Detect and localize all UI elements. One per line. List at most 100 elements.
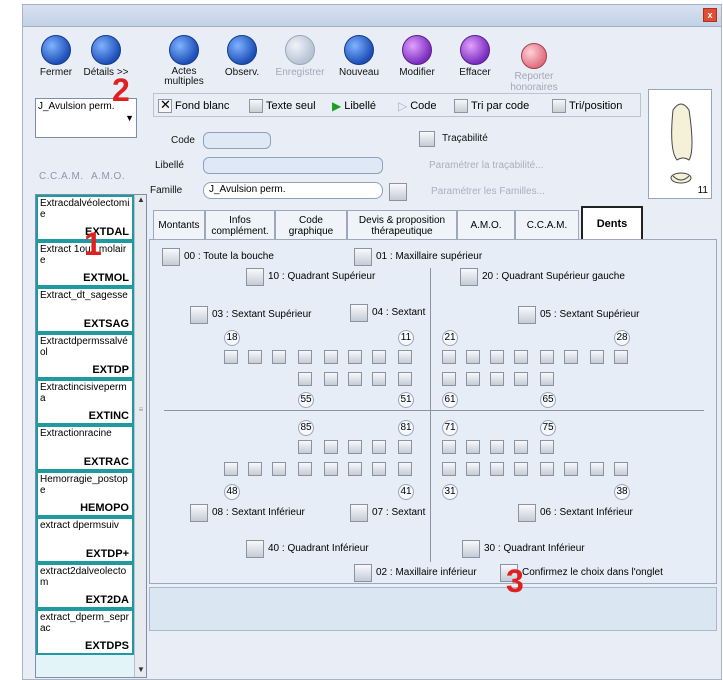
- tooth-button[interactable]: [564, 350, 578, 364]
- tooth-button[interactable]: [466, 372, 480, 386]
- checkbox-icon[interactable]: [249, 99, 263, 113]
- maxillaire-inferieur-button[interactable]: [354, 564, 372, 582]
- tab-amo[interactable]: A.M.O.: [457, 210, 515, 240]
- sextant-inferieur-08-button[interactable]: [190, 504, 208, 522]
- checked-box-icon[interactable]: ✕: [158, 97, 172, 113]
- scroll-up-icon[interactable]: ▲: [135, 195, 146, 207]
- tooth-button[interactable]: [272, 462, 286, 476]
- famille-picker-button[interactable]: [389, 183, 407, 201]
- close-button[interactable]: x: [703, 8, 717, 22]
- list-scrollbar[interactable]: ▲ ≡ ▼: [134, 195, 146, 677]
- chevron-down-icon[interactable]: ▼: [125, 113, 134, 123]
- tooth-button[interactable]: [372, 440, 386, 454]
- scroll-thumb-icon[interactable]: ≡: [135, 405, 146, 417]
- libelle-field[interactable]: [203, 157, 383, 174]
- modifier-button[interactable]: Modifier: [390, 35, 444, 78]
- tooth-button[interactable]: [466, 350, 480, 364]
- nouveau-button[interactable]: Nouveau: [332, 35, 386, 78]
- quadrant-superieur-gauche-button[interactable]: [460, 268, 478, 286]
- tooth-button[interactable]: [540, 350, 554, 364]
- tri-code-option[interactable]: Tri par code: [454, 99, 529, 113]
- tooth-button[interactable]: [324, 350, 338, 364]
- tooth-button[interactable]: [298, 350, 312, 364]
- tooth-button[interactable]: [514, 462, 528, 476]
- tooth-button[interactable]: [614, 462, 628, 476]
- tooth-button[interactable]: [590, 462, 604, 476]
- tooth-button[interactable]: [540, 440, 554, 454]
- tracabilite-checkbox[interactable]: [419, 131, 435, 147]
- toute-bouche-button[interactable]: [162, 248, 180, 266]
- libelle-option[interactable]: ▶ Libellé: [332, 99, 376, 113]
- checkbox-icon[interactable]: [552, 99, 566, 113]
- tooth-button[interactable]: [272, 350, 286, 364]
- reporter-honoraires-button[interactable]: Reporter honoraires: [507, 43, 561, 93]
- quadrant-superieur-button[interactable]: [246, 268, 264, 286]
- tooth-button[interactable]: [490, 372, 504, 386]
- tooth-button[interactable]: [372, 372, 386, 386]
- tooth-button[interactable]: [324, 462, 338, 476]
- scroll-down-icon[interactable]: ▼: [135, 665, 146, 677]
- list-item[interactable]: extract dpermsuiv EXTDP+: [36, 517, 134, 563]
- tooth-button[interactable]: [540, 462, 554, 476]
- fond-blanc-option[interactable]: ✕ Fond blanc: [158, 97, 229, 113]
- quadrant-inferieur-40-button[interactable]: [246, 540, 264, 558]
- list-item[interactable]: Extractdpermssalvéol EXTDP: [36, 333, 134, 379]
- list-item[interactable]: Extract_dt_sagesse EXTSAG: [36, 287, 134, 333]
- actes-multiples-button[interactable]: Actes multiples: [157, 35, 211, 87]
- tooth-button[interactable]: [490, 440, 504, 454]
- ccam-left-label[interactable]: C.C.A.M.: [39, 171, 84, 182]
- checkbox-icon[interactable]: [454, 99, 468, 113]
- effacer-button[interactable]: Effacer: [448, 35, 502, 78]
- tab-montants[interactable]: Montants: [153, 210, 205, 240]
- tooth-button[interactable]: [248, 462, 262, 476]
- tooth-button[interactable]: [224, 350, 238, 364]
- tooth-button[interactable]: [348, 462, 362, 476]
- tooth-button[interactable]: [490, 462, 504, 476]
- tooth-button[interactable]: [442, 440, 456, 454]
- param-tracabilite-link[interactable]: Paramétrer la traçabilité...: [429, 160, 544, 171]
- tooth-button[interactable]: [348, 440, 362, 454]
- tooth-button[interactable]: [398, 372, 412, 386]
- texte-seul-option[interactable]: Texte seul: [249, 99, 316, 113]
- tooth-button[interactable]: [298, 372, 312, 386]
- param-familles-link[interactable]: Paramétrer les Familles...: [431, 186, 545, 197]
- tab-infos[interactable]: Infos complément.: [205, 210, 275, 240]
- sextant-07-button[interactable]: [350, 504, 368, 522]
- amo-left-label[interactable]: A.M.O.: [91, 171, 125, 182]
- tab-devis[interactable]: Devis & proposition thérapeutique: [347, 210, 457, 240]
- tooth-button[interactable]: [398, 462, 412, 476]
- tooth-button[interactable]: [324, 372, 338, 386]
- tooth-button[interactable]: [442, 350, 456, 364]
- tooth-button[interactable]: [514, 440, 528, 454]
- observ-button[interactable]: Observ.: [215, 35, 269, 78]
- tooth-button[interactable]: [372, 462, 386, 476]
- tooth-button[interactable]: [324, 440, 338, 454]
- quadrant-inferieur-30-button[interactable]: [462, 540, 480, 558]
- code-field[interactable]: [203, 132, 271, 149]
- tooth-button[interactable]: [590, 350, 604, 364]
- tooth-button[interactable]: [514, 372, 528, 386]
- tooth-button[interactable]: [442, 372, 456, 386]
- tooth-button[interactable]: [398, 440, 412, 454]
- tooth-button[interactable]: [224, 462, 238, 476]
- tooth-button[interactable]: [514, 350, 528, 364]
- tooth-button[interactable]: [398, 350, 412, 364]
- sextant-04-button[interactable]: [350, 304, 368, 322]
- list-item[interactable]: Hemorragie_postope HEMOPO: [36, 471, 134, 517]
- code-option[interactable]: ▷ Code: [398, 99, 437, 113]
- sextant-superieur-05-button[interactable]: [518, 306, 536, 324]
- tab-dents[interactable]: Dents: [581, 206, 643, 241]
- tooth-button[interactable]: [466, 440, 480, 454]
- list-item[interactable]: Extractincisivepermа EXTINC: [36, 379, 134, 425]
- enregistrer-button[interactable]: Enregistrer: [273, 35, 327, 78]
- sextant-superieur-03-button[interactable]: [190, 306, 208, 324]
- fermer-button[interactable]: Fermer: [29, 35, 83, 78]
- sextant-inferieur-06-button[interactable]: [518, 504, 536, 522]
- tooth-button[interactable]: [348, 372, 362, 386]
- tri-position-option[interactable]: Tri/position: [552, 99, 622, 113]
- tab-code-graphique[interactable]: Code graphique: [275, 210, 347, 240]
- tooth-button[interactable]: [298, 440, 312, 454]
- tooth-button[interactable]: [298, 462, 312, 476]
- tooth-button[interactable]: [466, 462, 480, 476]
- tooth-button[interactable]: [614, 350, 628, 364]
